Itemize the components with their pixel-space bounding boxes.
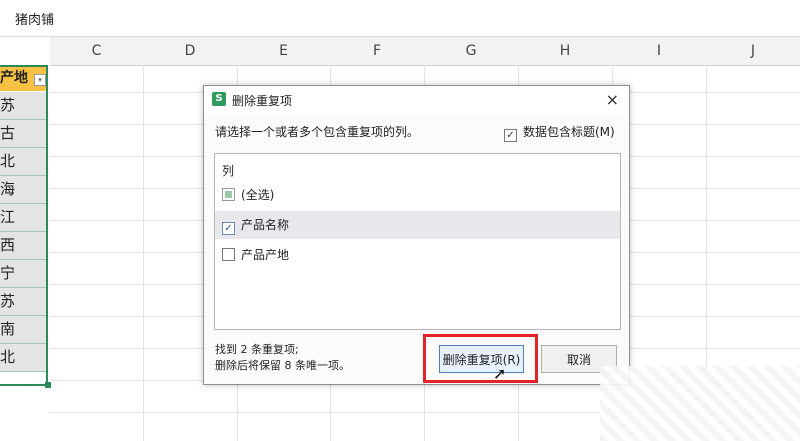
checkbox-checked-icon[interactable]: ✓ (222, 222, 235, 235)
column-header-f[interactable]: F (330, 37, 425, 66)
column-header-j[interactable]: J (706, 37, 800, 66)
status-text: 找到 2 条重复项; 删除后将保留 8 条唯一项。 (215, 342, 350, 374)
list-item-product-origin[interactable]: 产品产地 (215, 241, 620, 269)
formula-bar[interactable]: 猪肉铺 (0, 0, 800, 37)
column-list: 列 (全选) ✓ 产品名称 产品产地 (214, 153, 621, 330)
checkbox-label: 数据包含标题(M) (523, 125, 615, 139)
list-item-select-all[interactable]: (全选) (215, 181, 620, 209)
dialog-title: 删除重复项 (232, 94, 293, 108)
list-item-label: 产品产地 (241, 248, 290, 262)
column-header-g[interactable]: G (424, 37, 519, 66)
formula-text: 猪肉铺 (15, 13, 55, 28)
column-header-d[interactable]: D (143, 37, 238, 66)
selection-border (0, 65, 48, 386)
dialog-title-bar[interactable]: S 删除重复项 × (204, 86, 629, 114)
fill-handle[interactable] (45, 382, 51, 388)
column-header-e[interactable]: E (237, 37, 331, 66)
close-icon[interactable]: × (606, 90, 619, 109)
app-logo-icon: S (212, 92, 226, 106)
highlight-annotation (423, 334, 538, 383)
checkbox-partial-icon[interactable] (222, 188, 235, 201)
column-header-h[interactable]: H (518, 37, 613, 66)
list-item-label: 产品名称 (241, 218, 290, 232)
list-item-label: (全选) (241, 188, 275, 202)
remove-duplicates-dialog: S 删除重复项 × 请选择一个或者多个包含重复项的列。 ✓ 数据包含标题(M) 列… (203, 85, 630, 385)
grid-line (143, 65, 144, 441)
column-header-c[interactable]: C (50, 37, 144, 66)
mouse-pointer-icon: ➚ (493, 364, 507, 383)
watermark-blur (600, 366, 800, 441)
column-header-i[interactable]: I (612, 37, 707, 66)
checkbox-checked-icon[interactable]: ✓ (504, 129, 517, 142)
checkbox-unchecked-icon[interactable] (222, 248, 235, 261)
data-has-header-checkbox[interactable]: ✓ 数据包含标题(M) (504, 123, 615, 142)
status-line: 找到 2 条重复项; (215, 343, 299, 356)
list-header: 列 (222, 164, 235, 178)
status-line: 删除后将保留 8 条唯一项。 (215, 359, 350, 372)
list-item-product-name[interactable]: ✓ 产品名称 (215, 211, 620, 239)
instruction-text: 请选择一个或者多个包含重复项的列。 (215, 125, 420, 139)
